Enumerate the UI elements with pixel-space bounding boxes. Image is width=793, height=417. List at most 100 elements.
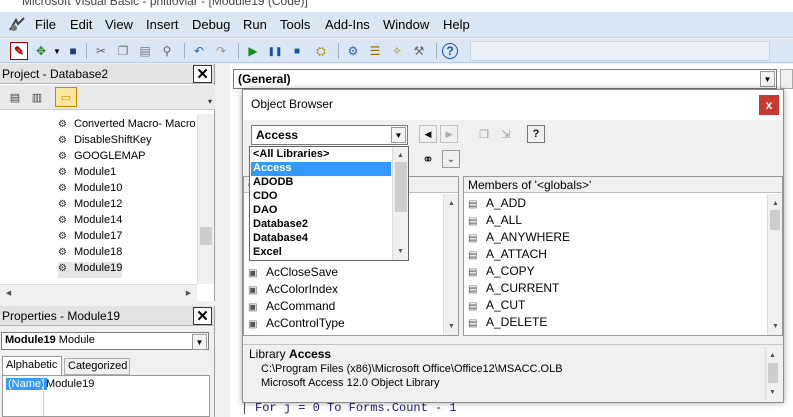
member-row[interactable]: ▤ A_ANYWHERE — [468, 230, 570, 247]
property-value[interactable]: Module19 — [46, 378, 94, 390]
project-horizontal-scrollbar[interactable]: ◀ ▶ — [0, 284, 197, 301]
back-icon[interactable]: ◀ — [419, 125, 437, 143]
scroll-down-icon[interactable]: ▼ — [394, 244, 407, 258]
scrollbar-thumb[interactable] — [768, 363, 778, 383]
member-row[interactable]: ▤ A_CURRENT — [468, 281, 559, 298]
library-combo[interactable]: Access ▼ — [251, 125, 408, 145]
tree-item[interactable]: ⚙ Module12 — [58, 198, 122, 214]
class-row[interactable]: ▣ AcCloseSave — [248, 265, 338, 282]
member-row[interactable]: ▤ A_CUT — [468, 298, 525, 315]
menu-file[interactable]: File — [35, 17, 56, 32]
chevron-down-icon[interactable]: ▼ — [760, 71, 775, 87]
scrollbar-thumb[interactable] — [395, 162, 407, 212]
members-scrollbar[interactable]: ▲ ▼ — [767, 194, 782, 335]
tab-categorized[interactable]: Categorized — [64, 358, 130, 375]
project-vertical-scrollbar[interactable] — [197, 114, 214, 284]
tree-item[interactable]: ⚙ Module17 — [58, 230, 122, 246]
object-browser-icon[interactable]: ✧ — [388, 42, 406, 60]
class-row[interactable]: ▣ AcControlType — [248, 316, 345, 333]
menu-insert[interactable]: Insert — [146, 17, 179, 32]
tree-item[interactable]: ⚙ Module14 — [58, 214, 122, 230]
library-option[interactable]: Excel — [251, 246, 391, 260]
copy-icon[interactable]: ❐ — [114, 42, 132, 60]
library-option[interactable]: CDO — [251, 190, 391, 204]
menu-run[interactable]: Run — [243, 17, 267, 32]
break-icon[interactable]: ❚❚ — [266, 42, 284, 60]
member-row[interactable]: ▤ A_ATTACH — [468, 247, 547, 264]
design-mode-icon[interactable]: ⛭ — [312, 42, 330, 60]
dropdown-scrollbar[interactable]: ▲ ▼ — [392, 147, 408, 260]
tree-item[interactable]: ⚙ Module18 — [58, 246, 122, 262]
code-line[interactable]: For j = 0 To Forms.Count - 1 — [255, 401, 457, 415]
search-binoculars-icon[interactable]: ⚭ — [419, 150, 437, 168]
access-icon[interactable]: ✎ — [10, 42, 28, 60]
undo-icon[interactable]: ↶ — [190, 42, 208, 60]
object-combo[interactable]: (General) ▼ — [233, 69, 777, 89]
show-search-results-icon[interactable]: ⌄ — [442, 150, 460, 168]
scroll-left-icon[interactable]: ◀ — [2, 286, 15, 300]
member-row[interactable]: ▤ A_ALL — [468, 213, 522, 230]
tree-item[interactable]: ⚙ Module10 — [58, 182, 122, 198]
paste-icon[interactable]: ▤ — [136, 42, 154, 60]
chevron-down-icon[interactable]: ▼ — [391, 127, 406, 143]
scroll-right-icon[interactable]: ▶ — [182, 286, 195, 300]
scroll-down-icon[interactable]: ▼ — [769, 319, 782, 333]
code-scrollbar-top[interactable] — [780, 69, 793, 89]
scroll-up-icon[interactable]: ▲ — [394, 148, 407, 162]
view-code-icon[interactable]: ▤ — [6, 88, 24, 106]
scrollbar-thumb[interactable] — [200, 227, 212, 245]
redo-icon[interactable]: ↷ — [212, 42, 230, 60]
menu-debug[interactable]: Debug — [192, 17, 230, 32]
menu-help[interactable]: Help — [443, 17, 470, 32]
reset-icon[interactable]: ■ — [288, 42, 306, 60]
library-option[interactable]: Database2 — [251, 218, 391, 232]
help-icon[interactable]: ? — [442, 43, 458, 59]
run-icon[interactable]: ▶ — [244, 42, 262, 60]
library-option[interactable]: DAO — [251, 204, 391, 218]
help-icon[interactable]: ? — [527, 125, 545, 143]
properties-object-combo[interactable]: Module19 Module ▼ — [1, 332, 209, 350]
vba-app-icon[interactable] — [8, 16, 26, 34]
member-row[interactable]: ▤ A_COPY — [468, 264, 535, 281]
scroll-down-icon[interactable]: ▼ — [766, 385, 779, 399]
member-row[interactable]: ▤ A_DELETE — [468, 315, 547, 332]
toolbar-overflow-icon[interactable]: ▾ — [201, 92, 219, 110]
find-icon[interactable]: ⚲ — [158, 42, 176, 60]
tree-item[interactable]: ⚙ DisableShiftKey — [58, 134, 152, 150]
copy-to-clipboard-icon[interactable]: ❐ — [475, 125, 493, 143]
view-definition-icon[interactable]: ⇲ — [497, 125, 515, 143]
scroll-up-icon[interactable]: ▲ — [766, 348, 779, 362]
forward-icon[interactable]: ▶ — [440, 125, 458, 143]
class-row[interactable]: ▣ AcColorIndex — [248, 282, 338, 299]
details-scrollbar[interactable]: ▲ ▼ — [765, 347, 779, 401]
tree-item-selected[interactable]: ⚙ Module19 — [58, 262, 123, 278]
close-object-browser-button[interactable]: x — [759, 95, 779, 115]
scrollbar-thumb[interactable] — [770, 210, 780, 230]
library-option[interactable]: ADODB — [251, 176, 391, 190]
library-option[interactable]: <All Libraries> — [251, 148, 391, 162]
toolbox-icon[interactable]: ⚒ — [410, 42, 428, 60]
classes-scrollbar[interactable]: ▲ ▼ — [443, 194, 458, 335]
toggle-folders-icon[interactable]: ▭ — [55, 87, 77, 107]
close-project-explorer-button[interactable]: ✕ — [193, 65, 212, 83]
scroll-down-icon[interactable]: ▼ — [445, 319, 458, 333]
tree-item[interactable]: ⚙ Converted Macro- Macro — [58, 118, 196, 134]
member-row[interactable]: ▤ A_ADD — [468, 196, 526, 213]
view-object-icon[interactable]: ▥ — [28, 88, 46, 106]
save-icon[interactable]: ■ — [64, 42, 82, 60]
property-name[interactable]: (Name) — [6, 378, 47, 390]
menu-add-ins[interactable]: Add-Ins — [325, 17, 370, 32]
tab-alphabetic[interactable]: Alphabetic — [2, 356, 62, 375]
menu-window[interactable]: Window — [383, 17, 429, 32]
properties-icon[interactable]: ☰ — [366, 42, 384, 60]
menu-edit[interactable]: Edit — [70, 17, 92, 32]
menu-tools[interactable]: Tools — [280, 17, 310, 32]
tree-item[interactable]: ⚙ GOOGLEMAP — [58, 150, 146, 166]
scroll-up-icon[interactable]: ▲ — [769, 196, 782, 210]
menu-view[interactable]: View — [105, 17, 133, 32]
library-option[interactable]: Database4 — [251, 232, 391, 246]
close-properties-button[interactable]: ✕ — [193, 307, 212, 325]
scroll-up-icon[interactable]: ▲ — [445, 196, 458, 210]
library-option-selected[interactable]: Access — [251, 162, 391, 176]
tree-item[interactable]: ⚙ Module1 — [58, 166, 116, 182]
